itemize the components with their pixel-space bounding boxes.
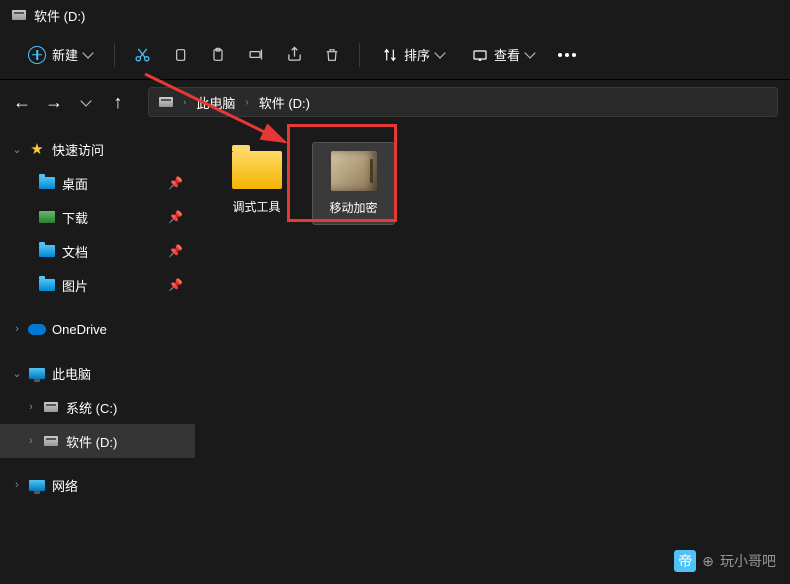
chevron-down-icon bbox=[434, 47, 445, 58]
sort-button[interactable]: 排序 bbox=[372, 39, 454, 70]
plus-icon bbox=[28, 46, 46, 64]
chevron-right-icon: › bbox=[26, 436, 36, 446]
address-bar[interactable]: › 此电脑 › 软件 (D:) bbox=[148, 87, 778, 117]
star-icon: ★ bbox=[28, 140, 46, 158]
chevron-right-icon: › bbox=[12, 324, 22, 334]
sidebar-this-pc[interactable]: ⌄ 此电脑 bbox=[0, 356, 195, 390]
content-area[interactable]: 调式工具 移动加密 bbox=[195, 124, 790, 584]
breadcrumb-pc[interactable]: 此电脑 bbox=[196, 93, 235, 112]
paste-icon[interactable] bbox=[203, 40, 233, 70]
sidebar-network[interactable]: › 网络 bbox=[0, 468, 195, 502]
back-button[interactable]: ← bbox=[12, 92, 32, 112]
watermark-icon: 帝 bbox=[674, 550, 696, 572]
sort-icon bbox=[382, 47, 398, 63]
vault-folder-icon bbox=[328, 149, 380, 193]
chevron-down-icon: ⌄ bbox=[12, 144, 22, 154]
chevron-right-icon: › bbox=[183, 97, 186, 108]
titlebar: 软件 (D:) bbox=[0, 0, 790, 30]
watermark: 帝 ⊕ 玩小哥吧 bbox=[674, 550, 776, 572]
sidebar-desktop[interactable]: 桌面 📌 bbox=[0, 166, 195, 200]
sidebar-documents[interactable]: 文档 📌 bbox=[0, 234, 195, 268]
drive-icon bbox=[159, 97, 173, 107]
folder-icon bbox=[38, 208, 56, 226]
folder-item-encrypted[interactable]: 移动加密 bbox=[312, 142, 395, 225]
forward-button[interactable]: → bbox=[44, 92, 64, 112]
pin-icon: 📌 bbox=[168, 244, 183, 258]
monitor-icon bbox=[28, 476, 46, 494]
new-button[interactable]: 新建 bbox=[18, 39, 102, 70]
pin-icon: 📌 bbox=[168, 210, 183, 224]
drive-icon bbox=[42, 398, 60, 416]
chevron-right-icon: › bbox=[245, 97, 248, 108]
share-icon[interactable] bbox=[279, 40, 309, 70]
window-title: 软件 (D:) bbox=[34, 6, 85, 25]
pin-icon: 📌 bbox=[168, 176, 183, 190]
breadcrumb-drive[interactable]: 软件 (D:) bbox=[259, 93, 310, 112]
sidebar-quick-access[interactable]: ⌄ ★ 快速访问 bbox=[0, 132, 195, 166]
separator bbox=[359, 43, 360, 67]
folder-icon bbox=[38, 242, 56, 260]
chevron-right-icon: › bbox=[12, 480, 22, 490]
rename-icon[interactable] bbox=[241, 40, 271, 70]
sidebar: ⌄ ★ 快速访问 桌面 📌 下载 📌 文档 📌 图片 📌 bbox=[0, 124, 195, 584]
view-button[interactable]: 查看 bbox=[462, 39, 544, 70]
folder-icon bbox=[38, 276, 56, 294]
recent-button[interactable] bbox=[76, 92, 96, 112]
toolbar: 新建 排序 查看 bbox=[0, 30, 790, 80]
chevron-down-icon: ⌄ bbox=[12, 368, 22, 378]
chevron-right-icon: › bbox=[26, 402, 36, 412]
sidebar-onedrive[interactable]: › OneDrive bbox=[0, 312, 195, 346]
chevron-down-icon bbox=[524, 47, 535, 58]
folder-icon bbox=[38, 174, 56, 192]
sidebar-pictures[interactable]: 图片 📌 bbox=[0, 268, 195, 302]
navbar: ← → ↑ › 此电脑 › 软件 (D:) bbox=[0, 80, 790, 124]
folder-item[interactable]: 调式工具 bbox=[215, 142, 298, 225]
drive-icon bbox=[12, 10, 26, 20]
cut-icon[interactable] bbox=[127, 40, 157, 70]
monitor-icon bbox=[28, 364, 46, 382]
cloud-icon bbox=[28, 320, 46, 338]
pin-icon: 📌 bbox=[168, 278, 183, 292]
sidebar-system-c[interactable]: › 系统 (C:) bbox=[0, 390, 195, 424]
copy-icon[interactable] bbox=[165, 40, 195, 70]
sidebar-downloads[interactable]: 下载 📌 bbox=[0, 200, 195, 234]
sidebar-software-d[interactable]: › 软件 (D:) bbox=[0, 424, 195, 458]
view-icon bbox=[472, 47, 488, 63]
drive-icon bbox=[42, 432, 60, 450]
delete-icon[interactable] bbox=[317, 40, 347, 70]
separator bbox=[114, 43, 115, 67]
folder-icon bbox=[231, 148, 283, 192]
up-button[interactable]: ↑ bbox=[108, 92, 128, 112]
more-button[interactable] bbox=[552, 40, 582, 70]
chevron-down-icon bbox=[82, 47, 93, 58]
